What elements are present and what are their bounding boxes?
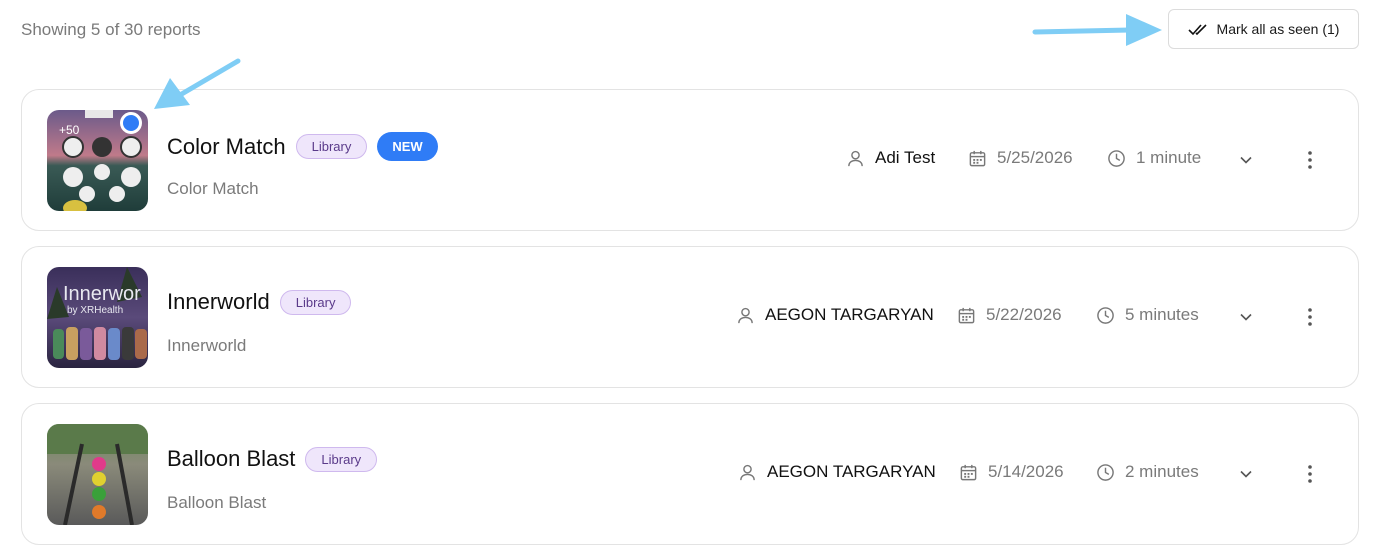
report-date: 5/25/2026 (968, 148, 1073, 168)
annotation-arrow-right (1032, 14, 1162, 46)
report-duration-text: 2 minutes (1125, 462, 1199, 481)
library-badge: Library (279, 289, 352, 315)
clock-icon (1097, 306, 1114, 324)
report-title: Balloon Blast (167, 446, 296, 471)
report-duration-text: 1 minute (1136, 148, 1202, 167)
calendar-icon (969, 150, 986, 166)
report-user: AEGON TARGARYAN (736, 305, 934, 325)
more-options-icon[interactable] (1307, 150, 1313, 170)
report-user: AEGON TARGARYAN (738, 462, 936, 482)
thumbnail-subtitle-text: by XRHealth (67, 305, 124, 316)
user-icon (848, 150, 863, 166)
report-card[interactable]: +50 Color Match Library NEW Color Match … (21, 89, 1359, 231)
report-subtitle: Innerworld (167, 336, 247, 355)
report-date-text: 5/25/2026 (997, 148, 1073, 167)
report-card[interactable]: Innerwor by XRHealth Innerworld Library … (21, 246, 1359, 388)
mark-all-seen-label: Mark all as seen (1) (1216, 21, 1340, 37)
report-user-name: AEGON TARGARYAN (765, 305, 934, 324)
more-options-icon[interactable] (1307, 464, 1313, 484)
clock-icon (1097, 463, 1114, 481)
chevron-down-icon[interactable] (1238, 152, 1254, 168)
thumbnail-title-text: Innerwor (63, 283, 141, 305)
report-subtitle: Color Match (167, 179, 259, 198)
report-card[interactable]: Balloon Blast Library Balloon Blast AEGO… (21, 403, 1359, 545)
report-title: Color Match (167, 133, 286, 159)
mark-all-seen-button[interactable]: Mark all as seen (1) (1168, 9, 1359, 49)
report-subtitle: Balloon Blast (167, 493, 267, 512)
chevron-down-icon[interactable] (1238, 309, 1254, 325)
report-date: 5/14/2026 (959, 462, 1064, 482)
calendar-icon (958, 307, 975, 323)
report-duration: 2 minutes (1096, 462, 1199, 482)
thumbnail-score-text: +50 (59, 123, 80, 137)
report-user-name: Adi Test (875, 148, 936, 167)
double-check-icon (1187, 24, 1207, 36)
calendar-icon (960, 464, 977, 480)
library-badge: Library (295, 134, 368, 159)
report-date-text: 5/14/2026 (988, 462, 1064, 481)
new-badge: NEW (377, 132, 438, 161)
user-icon (738, 307, 753, 323)
report-user-name: AEGON TARGARYAN (767, 462, 936, 481)
report-thumbnail-balloon-blast (47, 424, 148, 525)
library-badge: Library (305, 446, 378, 472)
more-options-icon[interactable] (1307, 307, 1313, 327)
report-duration: 5 minutes (1096, 305, 1199, 325)
clock-icon (1108, 149, 1125, 167)
report-date-text: 5/22/2026 (986, 305, 1062, 324)
reports-count-text: Showing 5 of 30 reports (21, 20, 201, 39)
report-duration-text: 5 minutes (1125, 305, 1199, 324)
user-icon (740, 464, 755, 480)
report-user: Adi Test (846, 148, 935, 168)
chevron-down-icon[interactable] (1238, 466, 1254, 482)
report-date: 5/22/2026 (957, 305, 1062, 325)
unread-indicator (120, 112, 142, 134)
report-title: Innerworld (167, 289, 270, 314)
report-duration: 1 minute (1107, 148, 1201, 168)
